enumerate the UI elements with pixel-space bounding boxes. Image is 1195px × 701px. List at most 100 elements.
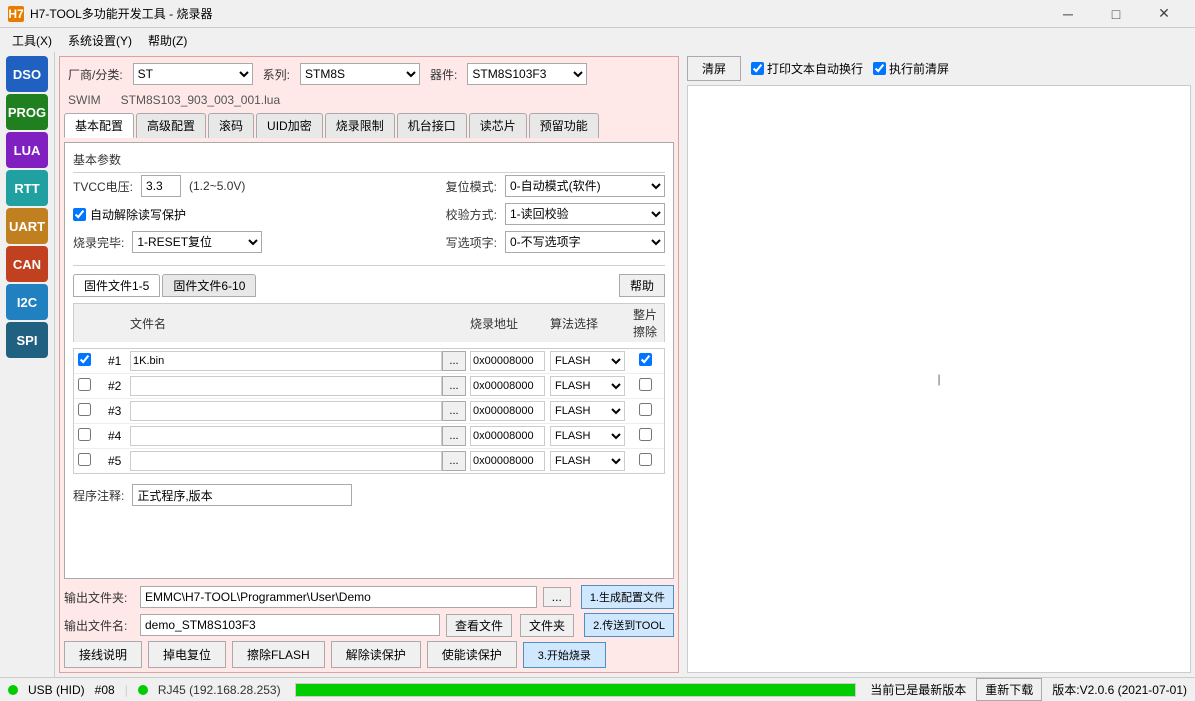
row4-erase-check[interactable] (639, 428, 652, 441)
write-option-label: 写选项字: (446, 234, 497, 251)
file-table-body: #1 ... FLASH #2 ... (73, 348, 665, 474)
view-file-btn[interactable]: 查看文件 (446, 614, 512, 637)
progress-bar (296, 684, 856, 696)
row5-addr-input[interactable] (470, 451, 545, 471)
row5-algo-select[interactable]: FLASH (550, 451, 625, 471)
folder-input[interactable] (140, 586, 537, 608)
row4-file-input[interactable] (130, 426, 442, 446)
row5-file-input[interactable] (130, 451, 442, 471)
checksum-select[interactable]: 1-读回校验 (505, 203, 665, 225)
row1-erase-check[interactable] (639, 353, 652, 366)
row2-erase-check[interactable] (639, 378, 652, 391)
vendor-select[interactable]: ST (133, 63, 253, 85)
tab-burn-limit[interactable]: 烧录限制 (325, 113, 395, 138)
row1-check[interactable] (78, 353, 91, 366)
send-to-tool-btn[interactable]: 2.传送到TOOL (584, 613, 674, 637)
sidebar-item-i2c[interactable]: I2C (6, 284, 48, 320)
power-reset-btn[interactable]: 掉电复位 (148, 641, 226, 668)
sidebar-item-lua[interactable]: LUA (6, 132, 48, 168)
folder-browse-btn[interactable]: ... (543, 587, 571, 607)
print-auto-scroll-label[interactable]: 打印文本自动换行 (751, 60, 863, 77)
row5-browse-btn[interactable]: ... (442, 451, 466, 471)
file-table-header: 文件名 烧录地址 算法选择 整片擦除 (73, 303, 665, 342)
swim-filename: STM8S103_903_003_001.lua (121, 93, 280, 107)
remove-protect-btn[interactable]: 解除读保护 (331, 641, 421, 668)
reset-mode-select[interactable]: 0-自动模式(软件) (505, 175, 665, 197)
sidebar-item-prog[interactable]: PROG (6, 94, 48, 130)
wiring-btn[interactable]: 接线说明 (64, 641, 142, 668)
row3-file-input[interactable] (130, 401, 442, 421)
sidebar-item-rtt[interactable]: RTT (6, 170, 48, 206)
sidebar-item-spi[interactable]: SPI (6, 322, 48, 358)
row1-file-input[interactable] (130, 351, 442, 371)
row4-num: #4 (108, 429, 130, 443)
maximize-button[interactable]: □ (1093, 0, 1139, 28)
swim-protocol: SWIM (68, 93, 101, 107)
folder-label: 输出文件夹: (64, 589, 134, 606)
row4-algo-select[interactable]: FLASH (550, 426, 625, 446)
file-tab-1-5[interactable]: 固件文件1-5 (73, 274, 160, 297)
row5-erase-check[interactable] (639, 453, 652, 466)
tab-uid-encrypt[interactable]: UID加密 (256, 113, 323, 138)
menu-tools[interactable]: 工具(X) (4, 30, 60, 51)
row2-browse-btn[interactable]: ... (442, 376, 466, 396)
close-button[interactable]: ✕ (1141, 0, 1187, 28)
series-select[interactable]: STM8S (300, 63, 420, 85)
right-output-area: | (687, 85, 1191, 673)
auto-unprotect-checkbox[interactable]: 自动解除读写保护 (73, 206, 186, 223)
row3-erase-check[interactable] (639, 403, 652, 416)
row1-algo-select[interactable]: FLASH (550, 351, 625, 371)
app-icon: H7 (8, 6, 24, 22)
sidebar-item-can[interactable]: CAN (6, 246, 48, 282)
print-auto-scroll-check[interactable] (751, 62, 764, 75)
row2-algo-select[interactable]: FLASH (550, 376, 625, 396)
erase-flash-btn[interactable]: 擦除FLASH (232, 641, 325, 668)
start-burn-btn[interactable]: 3.开始烧录 (523, 642, 606, 668)
minimize-button[interactable]: ─ (1045, 0, 1091, 28)
tab-rolling-code[interactable]: 滚码 (208, 113, 254, 138)
row3-browse-btn[interactable]: ... (442, 401, 466, 421)
device-select[interactable]: STM8S103F3 (467, 63, 587, 85)
header-erase: 整片擦除 (630, 306, 660, 340)
filename-label: 输出文件名: (64, 617, 134, 634)
row4-addr-input[interactable] (470, 426, 545, 446)
row4-browse-btn[interactable]: ... (442, 426, 466, 446)
filename-input[interactable] (140, 614, 440, 636)
usb-status-dot (8, 685, 18, 695)
refresh-btn[interactable]: 重新下载 (976, 678, 1042, 701)
row2-addr-input[interactable] (470, 376, 545, 396)
row3-check[interactable] (78, 403, 91, 416)
sidebar-item-uart[interactable]: UART (6, 208, 48, 244)
row2-check[interactable] (78, 378, 91, 391)
sidebar-item-dso[interactable]: DSO (6, 56, 48, 92)
note-input[interactable] (132, 484, 352, 506)
row5-check[interactable] (78, 453, 91, 466)
clear-screen-btn[interactable]: 清屏 (687, 56, 741, 81)
version-status-text: 当前已是最新版本 (870, 681, 966, 698)
row1-addr-input[interactable] (470, 351, 545, 371)
clear-before-label[interactable]: 执行前清屏 (873, 60, 949, 77)
row3-algo-select[interactable]: FLASH (550, 401, 625, 421)
menu-help[interactable]: 帮助(Z) (140, 30, 195, 51)
open-folder-btn[interactable]: 文件夹 (520, 614, 574, 637)
tab-advanced-config[interactable]: 高级配置 (136, 113, 206, 138)
tab-basic-config[interactable]: 基本配置 (64, 113, 134, 138)
tab-read-chip[interactable]: 读芯片 (469, 113, 527, 138)
row2-file-input[interactable] (130, 376, 442, 396)
row1-browse-btn[interactable]: ... (442, 351, 466, 371)
clear-before-check[interactable] (873, 62, 886, 75)
row4-check[interactable] (78, 428, 91, 441)
generate-config-btn[interactable]: 1.生成配置文件 (581, 585, 674, 609)
device-label: 器件: (430, 66, 457, 83)
enable-protect-btn[interactable]: 使能读保护 (427, 641, 517, 668)
tab-machine-interface[interactable]: 机台接口 (397, 113, 467, 138)
row3-addr-input[interactable] (470, 401, 545, 421)
burn-complete-select[interactable]: 1-RESET复位 (132, 231, 262, 253)
menu-settings[interactable]: 系统设置(Y) (60, 30, 140, 51)
file-tab-6-10[interactable]: 固件文件6-10 (162, 274, 256, 297)
tab-reserved[interactable]: 预留功能 (529, 113, 599, 138)
header-address: 烧录地址 (470, 315, 550, 332)
tvcc-input[interactable] (141, 175, 181, 197)
help-button[interactable]: 帮助 (619, 274, 665, 297)
write-option-select[interactable]: 0-不写选项字 (505, 231, 665, 253)
